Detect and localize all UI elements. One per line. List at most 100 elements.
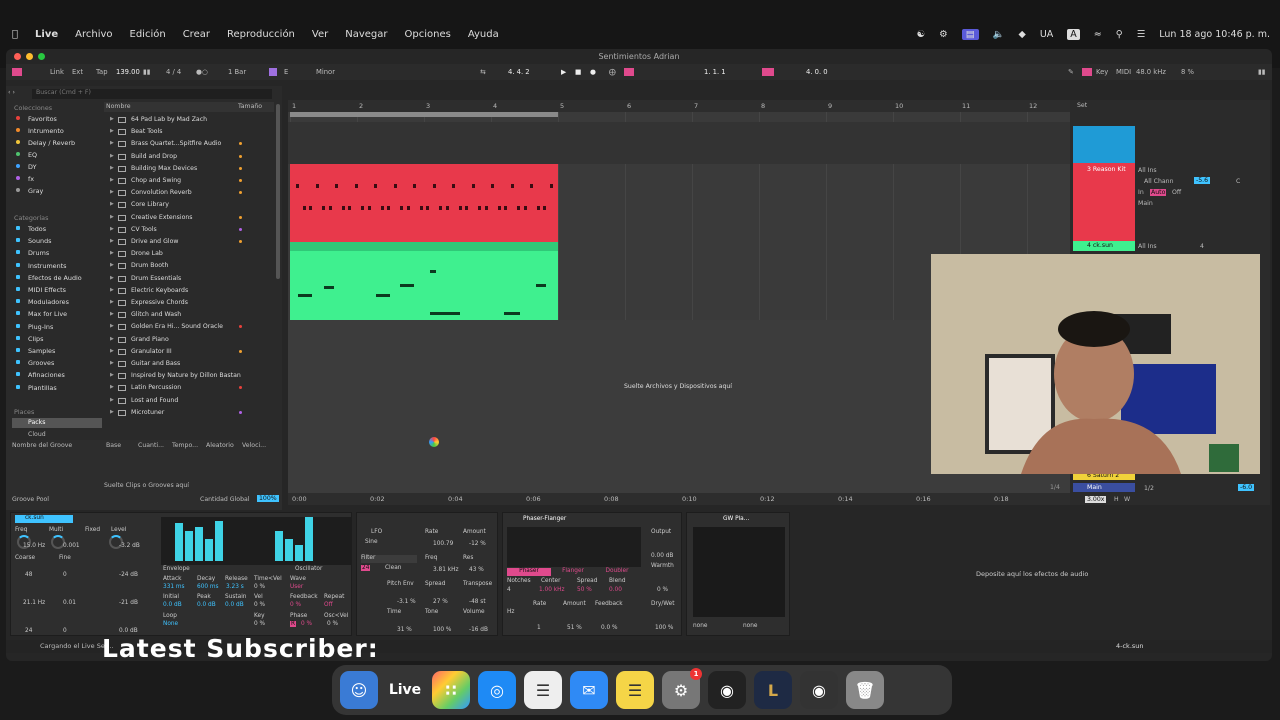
overview-icon[interactable]: ▮▮ [1258, 68, 1265, 76]
midi-clip-ck-sun[interactable] [290, 242, 558, 320]
release-value[interactable]: 3.23 s [226, 584, 244, 590]
time-tick[interactable]: 0:14 [838, 495, 853, 503]
category-item[interactable]: Efectos de Audio [16, 274, 82, 282]
pack-row[interactable]: ▶ Expressive Chords [110, 298, 282, 310]
pack-row[interactable]: ▶ Creative Extensions [110, 213, 282, 225]
mail-icon[interactable]: ✉ [570, 671, 608, 709]
category-item[interactable]: Max for Live [16, 310, 67, 318]
bar-number[interactable]: 2 [359, 102, 363, 110]
device-title[interactable]: ck.sun [15, 515, 73, 523]
close-window-icon[interactable] [14, 53, 21, 60]
track-input[interactable]: All Ins [1138, 167, 1157, 174]
loop-start[interactable]: 1. 1. 1 [704, 68, 726, 76]
phase-retrig[interactable]: R [290, 621, 297, 627]
w-button[interactable]: W [1124, 496, 1130, 503]
pack-row[interactable]: ▶ Brass Quartet...Spitfire Audio [110, 139, 282, 151]
pack-row[interactable]: ▶ Grand Piano [110, 335, 282, 347]
mode-phaser[interactable]: Phaser [507, 568, 551, 576]
bar-number[interactable]: 8 [761, 102, 765, 110]
diamond-icon[interactable]: ◆ [1019, 29, 1026, 40]
play-button[interactable]: ▶ [561, 68, 566, 76]
category-item[interactable]: Todos [16, 225, 46, 233]
h-button[interactable]: H [1114, 496, 1119, 503]
expand-icon[interactable]: ▶ [110, 287, 114, 293]
collection-item[interactable]: DY [16, 163, 36, 171]
key-value[interactable]: 0 % [254, 621, 265, 627]
pack-row[interactable]: ▶ Electric Keyboards [110, 286, 282, 298]
ext-button[interactable]: Ext [72, 68, 83, 76]
time-tick[interactable]: 0:08 [604, 495, 619, 503]
oscillator-label[interactable]: Oscillator [295, 566, 322, 572]
category-item[interactable]: Plug-Ins [16, 323, 53, 331]
menu-crear[interactable]: Crear [183, 29, 210, 40]
time-tick[interactable]: 0:02 [370, 495, 385, 503]
feedback-value[interactable]: 0.0 % [601, 625, 618, 631]
collection-item[interactable]: Favoritos [16, 115, 57, 123]
groove-col-base[interactable]: Base [106, 442, 138, 452]
tap-button[interactable]: Tap [96, 68, 108, 76]
pitch-env-value[interactable]: -3.1 % [397, 599, 416, 605]
freq-value-1[interactable]: 15.0 Hz [23, 543, 45, 549]
loop-value[interactable]: None [163, 621, 178, 627]
track-pan[interactable]: C [1236, 178, 1240, 185]
loop-length[interactable]: 4. 0. 0 [806, 68, 828, 76]
menu-ver[interactable]: Ver [312, 29, 328, 40]
loop-switch-icon[interactable] [762, 68, 774, 76]
pack-row[interactable]: ▶ Granulator III [110, 347, 282, 359]
track-input-2[interactable]: All Ins [1138, 243, 1157, 250]
bar-number[interactable]: 3 [426, 102, 430, 110]
pack-row[interactable]: ▶ Beat Tools [110, 127, 282, 139]
collection-item[interactable]: EQ [16, 151, 37, 159]
pack-row[interactable]: ▶ Latin Percussion [110, 383, 282, 395]
pack-row[interactable]: ▶ Drum Essentials [110, 274, 282, 286]
pack-row[interactable]: ▶ Convolution Reverb [110, 188, 282, 200]
expand-icon[interactable]: ▶ [110, 226, 114, 232]
screen-mirror-icon[interactable]: ▤ [961, 28, 979, 40]
expand-icon[interactable]: ▶ [110, 311, 114, 317]
phaser-title[interactable]: Phaser-Flanger [523, 516, 566, 522]
time-signature[interactable]: 4 / 4 [166, 68, 181, 76]
reminders-icon[interactable]: ☰ [524, 671, 562, 709]
category-item[interactable]: Afinaciones [16, 371, 65, 379]
wifi-icon[interactable]: ≈ [1094, 29, 1102, 40]
expand-icon[interactable]: ▶ [110, 165, 114, 171]
time-tick[interactable]: 0:12 [760, 495, 775, 503]
bar-number[interactable]: 6 [627, 102, 631, 110]
pack-row[interactable]: ▶ Guitar and Bass [110, 359, 282, 371]
multi-value-1[interactable]: 0.001 [63, 543, 80, 549]
level-value-2[interactable]: -24 dB [119, 572, 138, 578]
notches-value[interactable]: 4 [507, 587, 511, 593]
spread-value[interactable]: 27 % [433, 599, 448, 605]
expand-icon[interactable]: ▶ [110, 275, 114, 281]
initial-value[interactable]: 0.0 dB [163, 602, 182, 608]
expand-icon[interactable]: ▶ [110, 189, 114, 195]
pack-row[interactable]: ▶ Drive and Glow [110, 237, 282, 249]
stop-button[interactable]: ■ [575, 68, 581, 76]
center-value[interactable]: 1.00 kHz [539, 587, 565, 593]
menu-edicion[interactable]: Edición [130, 29, 166, 40]
expand-icon[interactable]: ▶ [110, 153, 114, 159]
bar-ruler[interactable]: 1 2 3 4 5 6 7 8 9 10 11 12 [288, 100, 1070, 112]
freq-value-2[interactable]: 21.1 Hz [23, 600, 45, 606]
scale-icon[interactable] [269, 68, 277, 76]
monitor-auto[interactable]: Auto [1150, 189, 1167, 196]
menu-reproduccion[interactable]: Reproducción [227, 29, 295, 40]
master-ratio[interactable]: 1/2 [1144, 485, 1154, 492]
monitor-in[interactable]: In [1138, 189, 1144, 196]
menu-ayuda[interactable]: Ayuda [468, 29, 499, 40]
track-volume[interactable]: -5.6 [1194, 177, 1211, 184]
sidebar-toggle-icon[interactable] [12, 68, 22, 76]
collection-item[interactable]: Delay / Reverb [16, 139, 75, 147]
category-item[interactable]: MIDI Effects [16, 286, 66, 294]
filter-button[interactable]: Filter [361, 555, 417, 563]
gw-select-1[interactable]: none [693, 623, 707, 629]
attack-value[interactable]: 331 ms [163, 584, 185, 590]
key-select[interactable]: E [284, 68, 288, 76]
follow-icon[interactable]: ⇆ [480, 68, 486, 76]
time-tick[interactable]: 0:10 [682, 495, 697, 503]
menu-navegar[interactable]: Navegar [345, 29, 387, 40]
pack-row[interactable]: ▶ Lost and Found [110, 396, 282, 408]
track-output[interactable]: Main [1138, 200, 1153, 207]
audio-app-icon[interactable]: ◉ [708, 671, 746, 709]
decay-value[interactable]: 600 ms [197, 584, 219, 590]
